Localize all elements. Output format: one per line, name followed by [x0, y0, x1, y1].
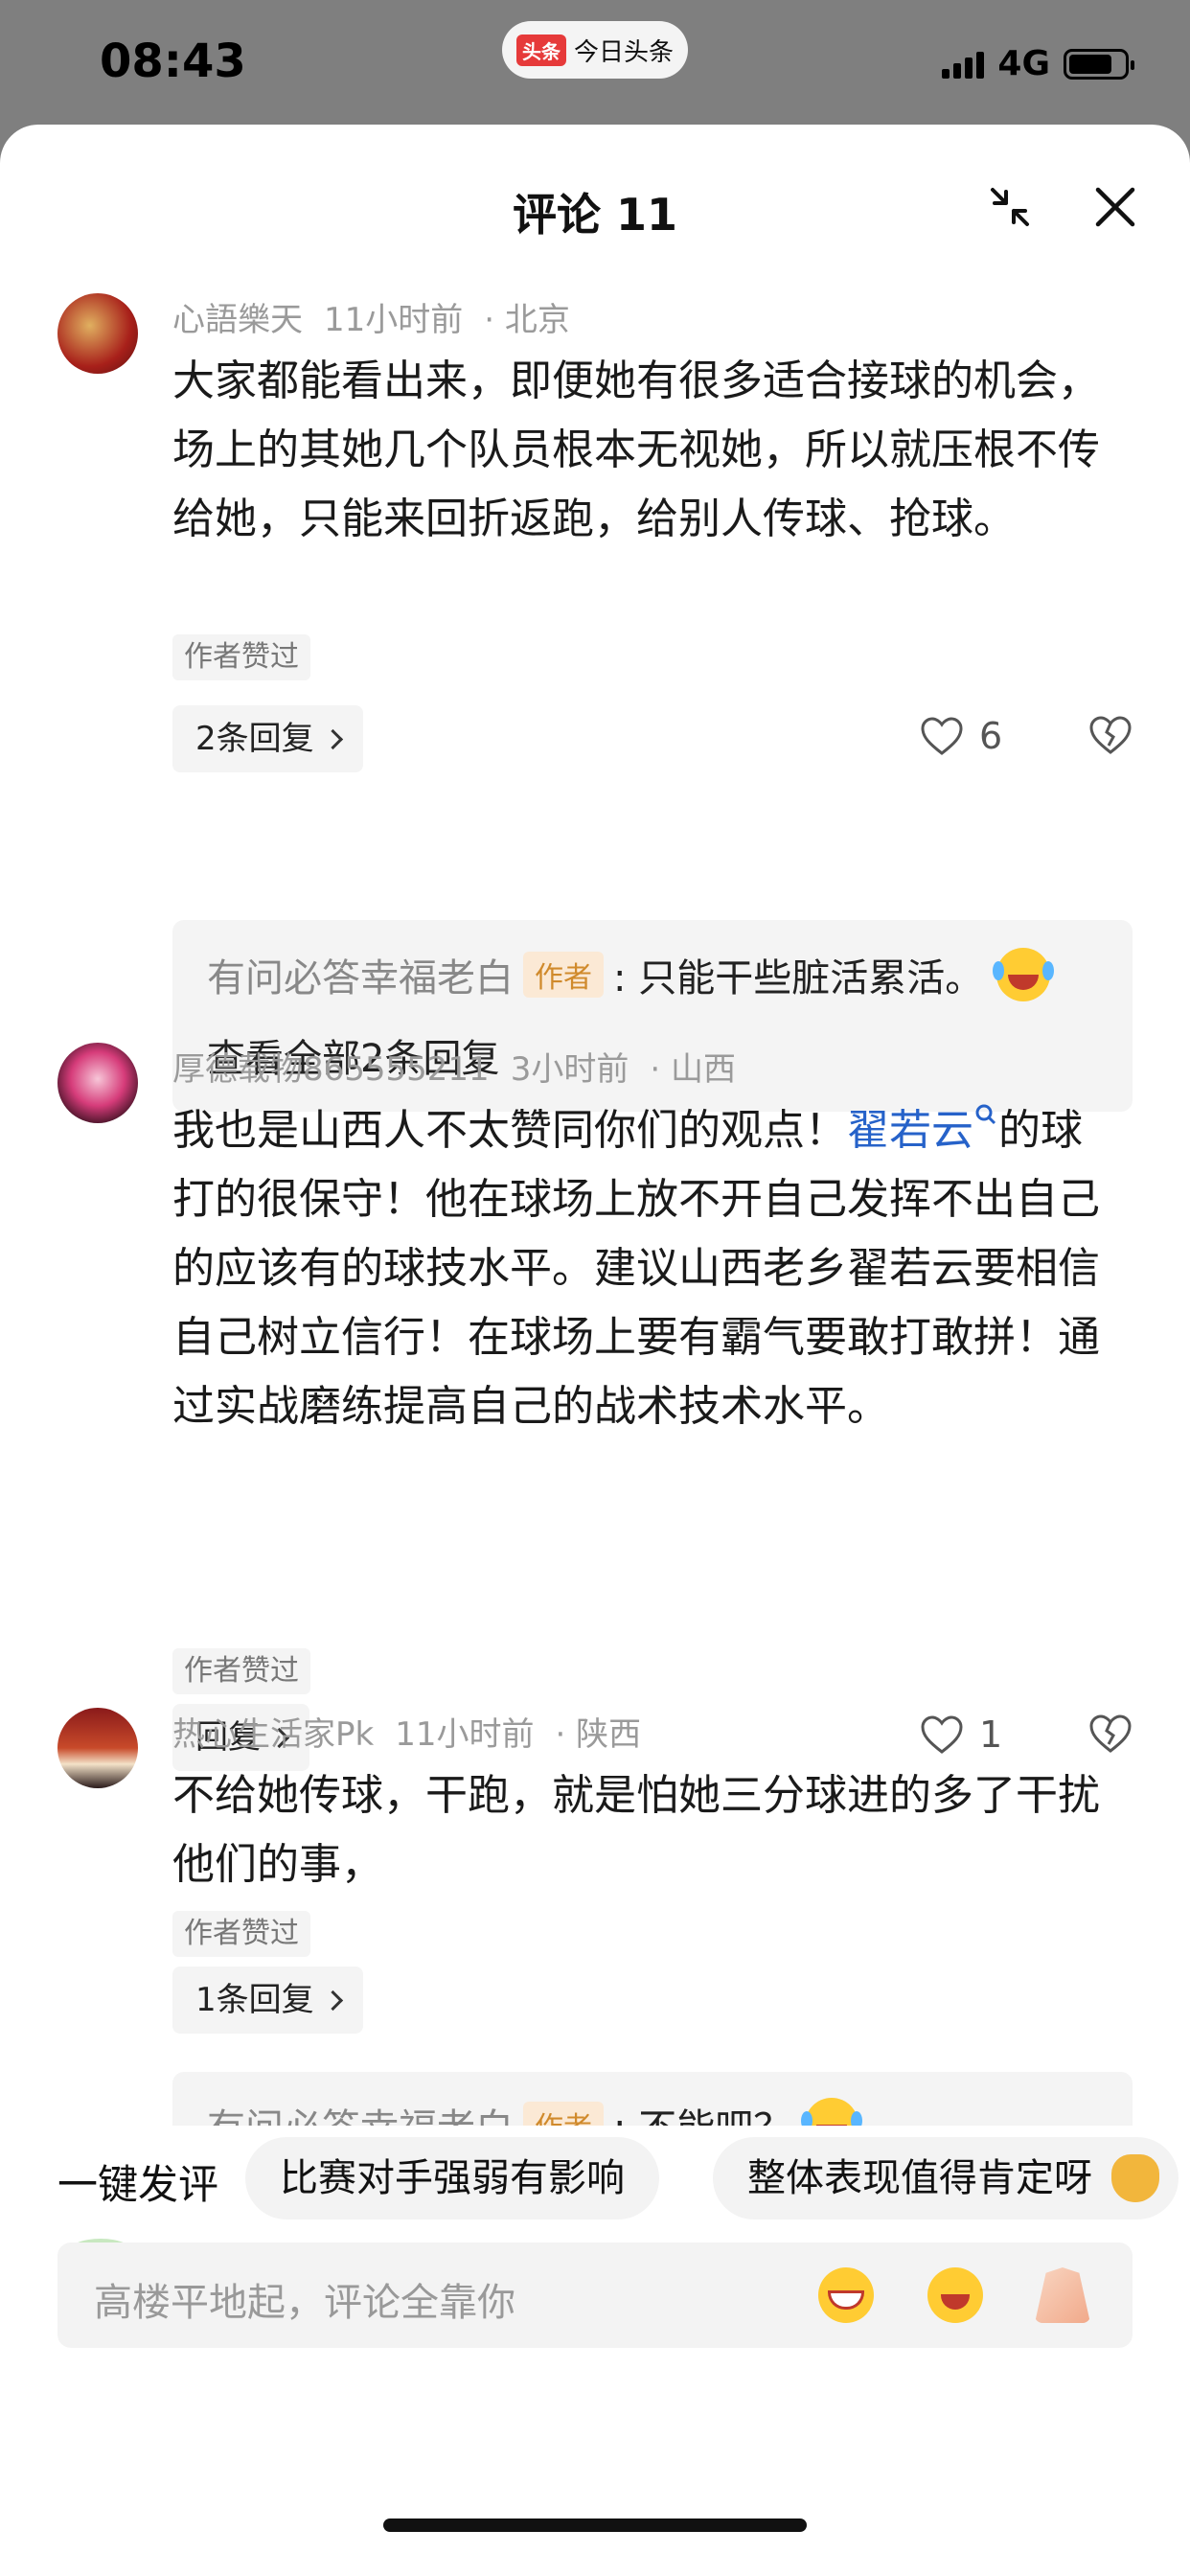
app-logo-icon: 头条 [515, 34, 566, 66]
home-indicator[interactable] [383, 2518, 807, 2532]
avatar[interactable] [57, 1043, 138, 1123]
replies-button[interactable]: 1条回复 [172, 1966, 363, 2034]
close-icon[interactable] [1088, 180, 1142, 234]
comment-text: 大家都能看出来，即便她有很多适合接球的机会，场上的其她几个队员根本无视她，所以就… [172, 356, 1100, 543]
comment-text: 不给她传球，干跑，就是怕她三分球进的多了干扰他们的事， [172, 1771, 1100, 1889]
comment-meta: 心語樂天 11小时前 · 北京 [172, 301, 570, 339]
laugh-cry-emoji-icon[interactable] [927, 2267, 983, 2323]
like-count: 6 [979, 715, 1003, 757]
username[interactable]: 热心生活家Pk [172, 1715, 374, 1754]
grin-emoji-icon[interactable] [818, 2267, 874, 2323]
reply-username[interactable]: 有问必答幸福老白 [207, 947, 514, 1002]
dislike-button[interactable] [1088, 715, 1133, 759]
author-badge: 作者 [523, 952, 604, 998]
comment-meta: 热心生活家Pk 11小时前 · 陕西 [172, 1715, 642, 1754]
avatar[interactable] [57, 1708, 138, 1788]
clap-emoji-icon [1111, 2154, 1159, 2202]
comment-input[interactable]: 高楼平地起，评论全靠你 [57, 2242, 1133, 2348]
reply-text: : 只能干些脏活累活。 [613, 956, 984, 1000]
like-button[interactable]: 1 [920, 1714, 1002, 1756]
comment-meta: 厚德载物865555211 3小时前 · 山西 [172, 1050, 736, 1089]
author-liked-tag: 作者赞过 [172, 1648, 310, 1694]
username[interactable]: 心語樂天 [172, 301, 303, 339]
quick-reply-bar: 一键发评 比赛对手强弱有影响 整体表现值得肯定呀 [0, 2126, 1190, 2231]
status-icons: 4G [942, 44, 1134, 83]
author-liked-tag: 作者赞过 [172, 634, 310, 680]
app-name: 今日头条 [573, 37, 674, 67]
like-button[interactable]: 6 [920, 715, 1002, 757]
pray-hands-emoji-icon[interactable] [1035, 2267, 1090, 2323]
comment-location: 陕西 [576, 1715, 642, 1754]
comment-location: 北京 [504, 301, 570, 339]
battery-icon [1064, 48, 1134, 80]
clock: 08:43 [100, 34, 246, 88]
app-indicator[interactable]: 头条 今日头条 [502, 21, 688, 79]
comment-time: 11小时前 [395, 1715, 535, 1754]
replies-label: 1条回复 [195, 1981, 314, 2019]
comment-input-placeholder: 高楼平地起，评论全靠你 [94, 2281, 515, 2325]
laugh-cry-emoji-icon [993, 948, 1051, 1001]
broken-heart-icon [1089, 716, 1132, 754]
replies-label: 2条回复 [195, 720, 314, 758]
sheet-header: 评论 11 [0, 125, 1190, 241]
chevron-right-icon [322, 728, 343, 749]
dislike-button[interactable] [1088, 1714, 1133, 1758]
search-icon[interactable] [973, 1102, 998, 1127]
heart-icon [921, 717, 963, 755]
topic-link[interactable]: 翟若云 [847, 1106, 973, 1155]
quick-reply-chip-label: 整体表现值得肯定呀 [747, 2156, 1092, 2200]
comment-time: 3小时前 [510, 1050, 629, 1089]
username[interactable]: 厚德载物865555211 [172, 1050, 490, 1089]
comment-location: 山西 [670, 1050, 736, 1089]
heart-icon [921, 1715, 963, 1754]
comment-text: 我也是山西人不太赞同你们的观点！翟若云 的球打的很保守！他在球场上放不开自己发挥不… [172, 1096, 1121, 1441]
replies-button[interactable]: 2条回复 [172, 705, 363, 772]
chevron-right-icon [322, 1990, 343, 2011]
comment-text-part: 我也是山西人不太赞同你们的观点！ [172, 1106, 847, 1155]
status-bar: 08:43 头条 今日头条 4G [0, 0, 1190, 125]
quick-reply-chip[interactable]: 比赛对手强弱有影响 [245, 2137, 659, 2220]
network-type: 4G [997, 44, 1050, 83]
avatar[interactable] [57, 293, 138, 374]
comment-time: 11小时前 [324, 301, 464, 339]
like-count: 1 [979, 1714, 1003, 1756]
collapse-icon[interactable] [983, 180, 1037, 234]
broken-heart-icon [1089, 1714, 1132, 1753]
author-liked-tag: 作者赞过 [172, 1911, 310, 1957]
quick-reply-chip[interactable]: 整体表现值得肯定呀 [713, 2137, 1179, 2220]
quick-reply-label: 一键发评 [57, 2161, 219, 2208]
signal-icon [942, 50, 985, 79]
